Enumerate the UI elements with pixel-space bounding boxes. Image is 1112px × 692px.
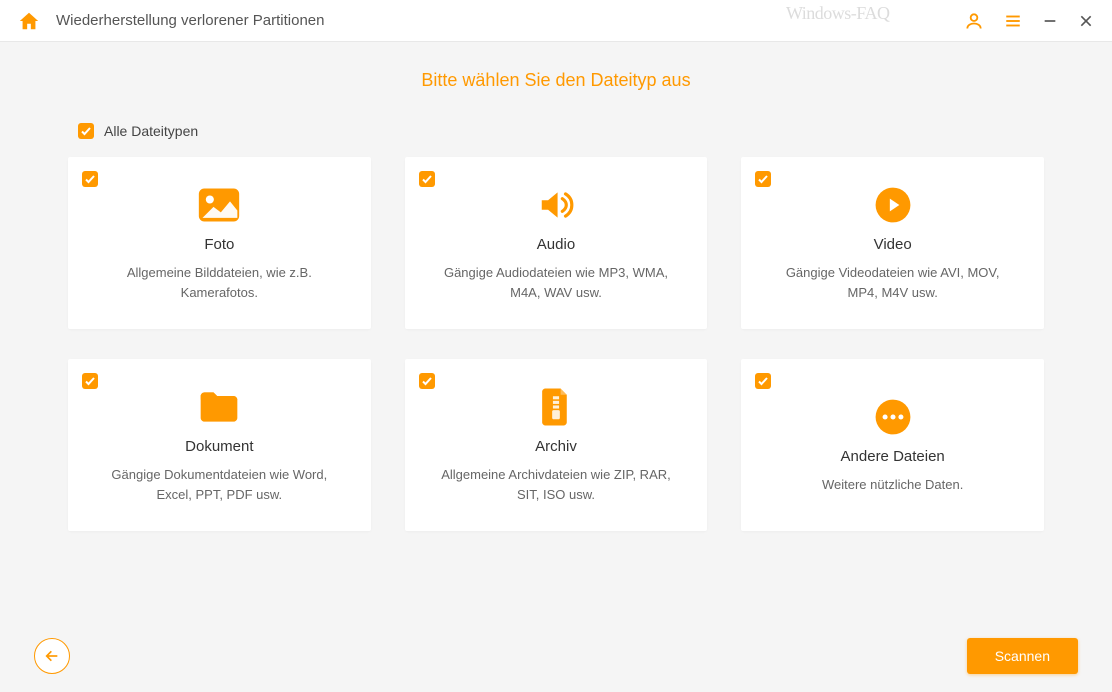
all-filetypes-label: Alle Dateitypen: [104, 123, 198, 139]
titlebar: Wiederherstellung verlorener Partitionen…: [0, 0, 1112, 42]
card-video[interactable]: Video Gängige Videodateien wie AVI, MOV,…: [741, 157, 1044, 329]
card-desc: Gängige Audiodateien wie MP3, WMA, M4A, …: [441, 263, 671, 302]
card-desc: Gängige Dokumentdateien wie Word, Excel,…: [104, 465, 334, 504]
content: Bitte wählen Sie den Dateityp aus Alle D…: [0, 42, 1112, 692]
card-audio-checkbox[interactable]: [419, 171, 435, 187]
document-icon: [197, 386, 241, 428]
minimize-icon[interactable]: [1042, 13, 1058, 29]
card-dokument[interactable]: Dokument Gängige Dokumentdateien wie Wor…: [68, 359, 371, 531]
card-desc: Allgemeine Archivdateien wie ZIP, RAR, S…: [441, 465, 671, 504]
close-icon[interactable]: [1078, 13, 1094, 29]
photo-icon: [197, 184, 241, 226]
card-title: Audio: [537, 236, 575, 253]
all-filetypes-checkbox[interactable]: [78, 123, 94, 139]
filetype-grid: Foto Allgemeine Bilddateien, wie z.B. Ka…: [68, 157, 1044, 531]
card-andere[interactable]: Andere Dateien Weitere nützliche Daten.: [741, 359, 1044, 531]
card-dokument-checkbox[interactable]: [82, 373, 98, 389]
card-archiv[interactable]: Archiv Allgemeine Archivdateien wie ZIP,…: [405, 359, 708, 531]
card-title: Foto: [204, 236, 234, 253]
scan-button[interactable]: Scannen: [967, 638, 1078, 674]
home-icon[interactable]: [18, 10, 40, 32]
card-desc: Weitere nützliche Daten.: [822, 475, 963, 495]
menu-icon[interactable]: [1004, 12, 1022, 30]
card-desc: Allgemeine Bilddateien, wie z.B. Kameraf…: [104, 263, 334, 302]
bottom-bar: Scannen: [0, 638, 1112, 674]
card-title: Andere Dateien: [841, 448, 945, 465]
all-filetypes-row[interactable]: Alle Dateitypen: [78, 123, 1044, 139]
back-button[interactable]: [34, 638, 70, 674]
card-andere-checkbox[interactable]: [755, 373, 771, 389]
card-desc: Gängige Videodateien wie AVI, MOV, MP4, …: [778, 263, 1008, 302]
card-title: Dokument: [185, 438, 253, 455]
main-heading: Bitte wählen Sie den Dateityp aus: [68, 70, 1044, 91]
other-icon: [874, 396, 912, 438]
card-audio[interactable]: Audio Gängige Audiodateien wie MP3, WMA,…: [405, 157, 708, 329]
audio-icon: [535, 184, 577, 226]
archive-icon: [540, 386, 572, 428]
card-archiv-checkbox[interactable]: [419, 373, 435, 389]
card-title: Archiv: [535, 438, 577, 455]
card-title: Video: [874, 236, 912, 253]
card-foto[interactable]: Foto Allgemeine Bilddateien, wie z.B. Ka…: [68, 157, 371, 329]
window-controls: [964, 11, 1094, 31]
watermark: Windows-FAQ: [786, 3, 889, 24]
card-foto-checkbox[interactable]: [82, 171, 98, 187]
card-video-checkbox[interactable]: [755, 171, 771, 187]
video-icon: [874, 184, 912, 226]
user-icon[interactable]: [964, 11, 984, 31]
